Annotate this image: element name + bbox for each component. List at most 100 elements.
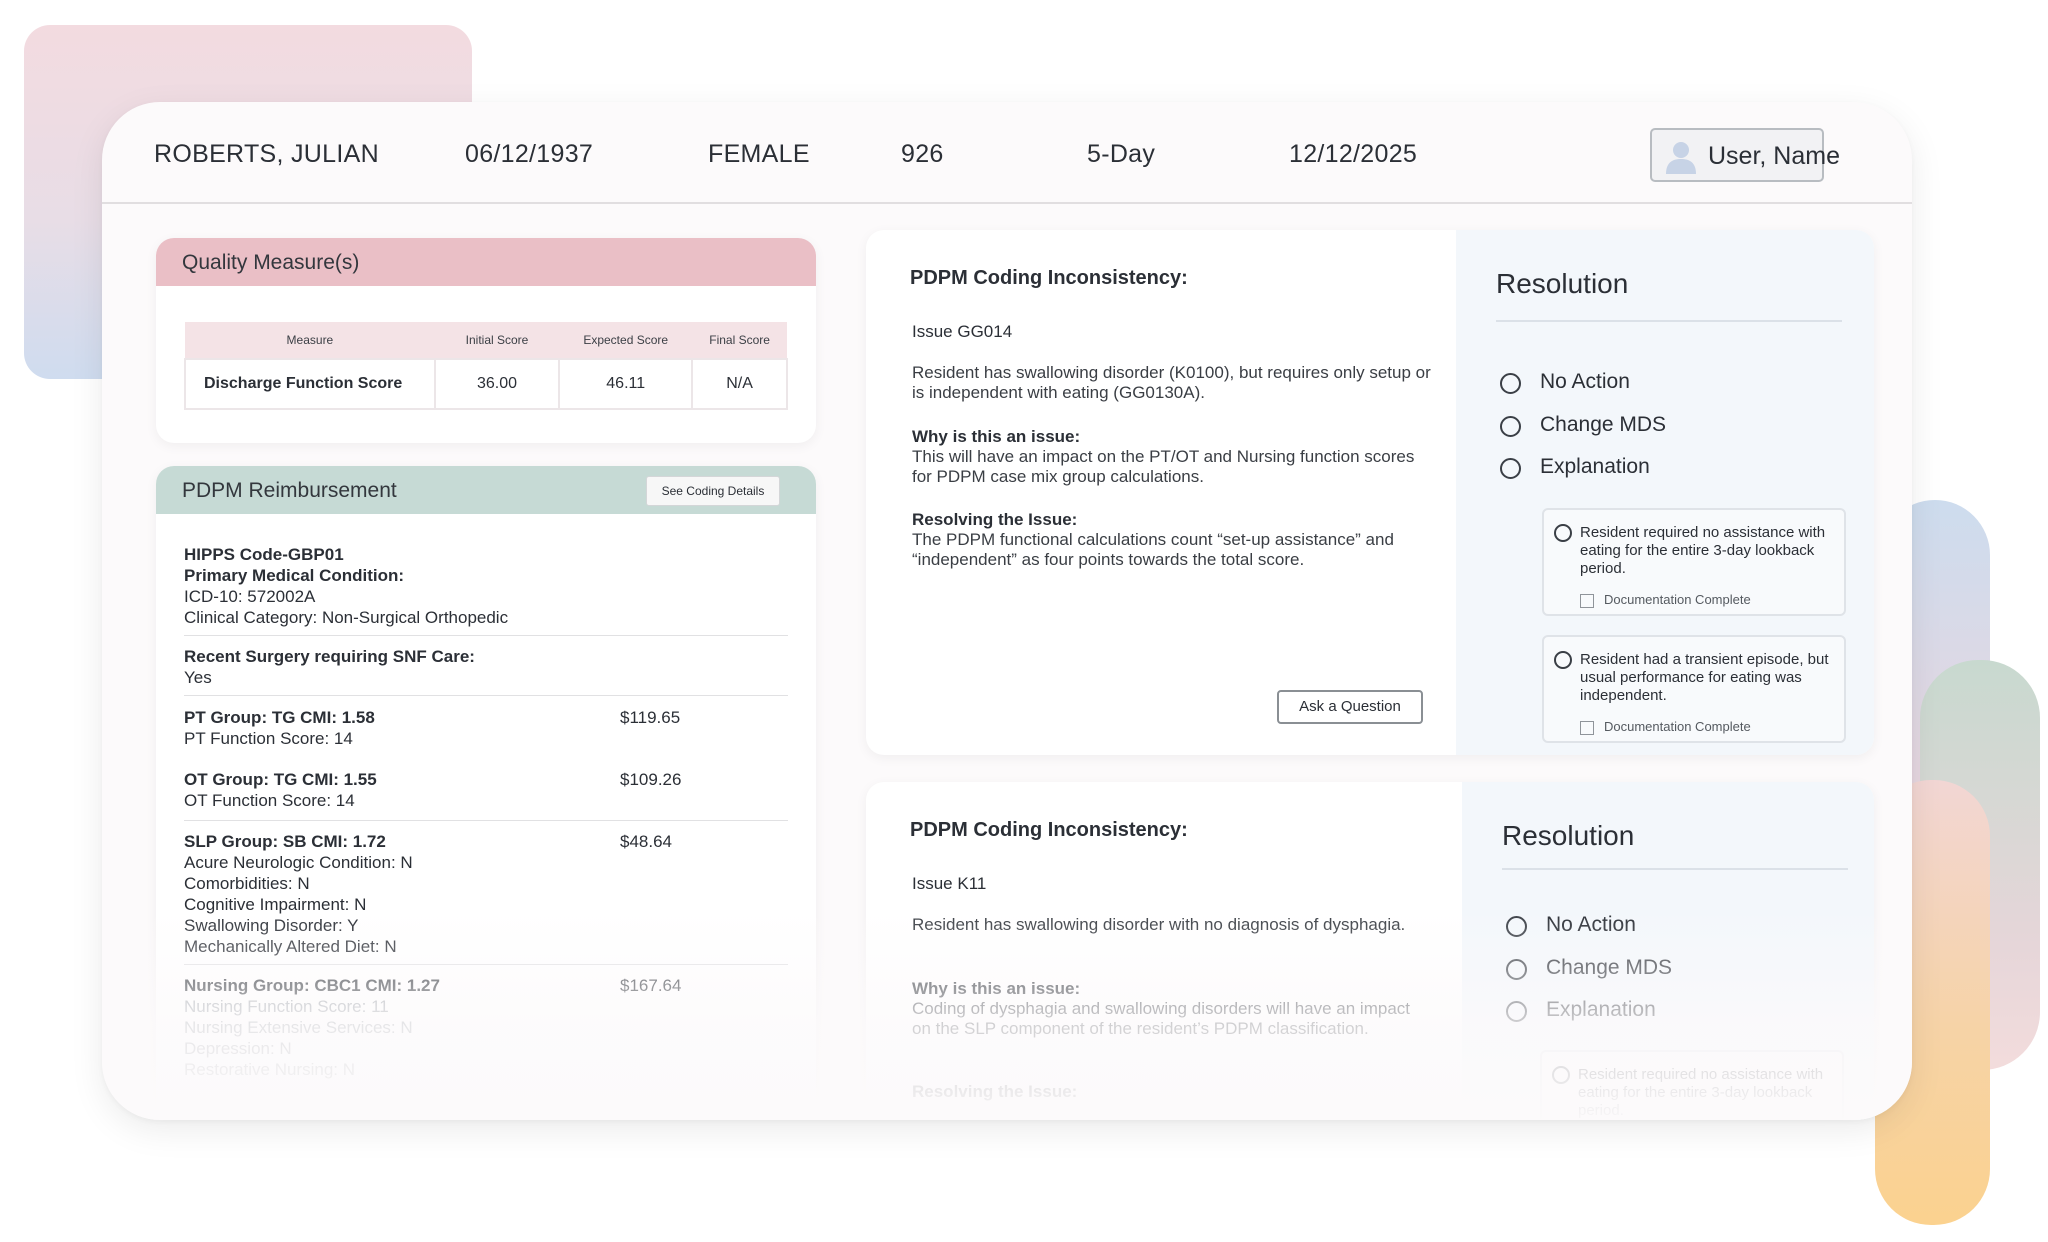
- group-price: $119.65: [620, 708, 681, 727]
- group-detail: Depression: N: [184, 1039, 292, 1058]
- issue-title: PDPM Coding Inconsistency:: [910, 819, 1188, 841]
- radio-circle-icon: [1506, 916, 1527, 937]
- resolution-divider: [1496, 320, 1842, 322]
- group-detail: Swallowing Disorder: Y: [184, 916, 359, 935]
- pdpm-reimbursement-panel: PDPM Reimbursement See Coding Details HI…: [156, 466, 816, 1120]
- issue-card: PDPM Coding Inconsistency: Issue K11 Res…: [866, 782, 1874, 1120]
- issue-description: Resident has swallowing disorder (K0100)…: [912, 363, 1431, 402]
- surgery-value: Yes: [184, 668, 212, 687]
- why-label: Why is this an issue:: [912, 427, 1081, 446]
- resolve-section: Resolving the Issue:: [912, 1082, 1432, 1102]
- documentation-checkbox[interactable]: [1580, 594, 1594, 608]
- see-coding-details-button[interactable]: See Coding Details: [646, 476, 780, 506]
- column-header-measure: Measure: [185, 322, 435, 359]
- radio-circle-icon: [1552, 1066, 1570, 1084]
- table-row: Discharge Function Score 36.00 46.11 N/A: [184, 358, 788, 410]
- radio-circle-icon: [1506, 959, 1527, 980]
- documentation-checkbox[interactable]: [1580, 721, 1594, 735]
- issue-details: PDPM Coding Inconsistency: Issue GG014 R…: [866, 230, 1460, 755]
- explanation-text: Resident had a transient episode, but us…: [1580, 651, 1829, 704]
- resolve-section: Resolving the Issue: The PDPM functional…: [912, 510, 1432, 570]
- resolve-text: The PDPM functional calculations count “…: [912, 530, 1394, 569]
- radio-label: Explanation: [1546, 998, 1656, 1021]
- group-detail: Cognitive Impairment: N: [184, 895, 367, 914]
- group-title: OT Group: TG CMI: 1.55: [184, 770, 377, 789]
- radio-label: Change MDS: [1546, 956, 1673, 979]
- group-price: $109.26: [620, 770, 682, 789]
- group-title: PT Group: TG CMI: 1.58: [184, 708, 375, 727]
- app-window: ROBERTS, JULIAN 06/12/1937 FEMALE 926 5-…: [102, 102, 1912, 1120]
- explanation-option[interactable]: Resident required no assistance with eat…: [1542, 508, 1846, 616]
- pdpm-header: PDPM Reimbursement See Coding Details: [156, 466, 816, 514]
- quality-measures-header: Quality Measure(s): [156, 238, 816, 286]
- pt-group: PT Group: TG CMI: 1.58 $119.65 PT Functi…: [184, 707, 788, 749]
- explanation-option[interactable]: Resident required no assistance with eat…: [1540, 1050, 1844, 1120]
- divider: [184, 635, 788, 636]
- user-avatar-icon: [1666, 142, 1696, 174]
- radio-circle-icon: [1500, 373, 1521, 394]
- clinical-category: Clinical Category: Non-Surgical Orthoped…: [184, 608, 509, 627]
- why-section: Why is this an issue: This will have an …: [912, 427, 1432, 487]
- issue-details: PDPM Coding Inconsistency: Issue K11 Res…: [866, 782, 1460, 1120]
- issue-description: Resident has swallowing disorder with no…: [912, 915, 1406, 934]
- issue-title: PDPM Coding Inconsistency:: [910, 267, 1188, 289]
- explanation-option[interactable]: Resident had a transient episode, but us…: [1542, 635, 1846, 743]
- why-label: Why is this an issue:: [912, 979, 1081, 998]
- resolution-title: Resolution: [1496, 268, 1629, 299]
- checkbox-label: Documentation Complete: [1604, 592, 1751, 607]
- group-detail: Acure Neurologic Condition: N: [184, 853, 413, 872]
- radio-label: No Action: [1540, 370, 1630, 393]
- radio-circle-icon: [1506, 1001, 1527, 1022]
- assessment-type: 5-Day: [1087, 140, 1156, 168]
- pdpm-title: PDPM Reimbursement: [182, 479, 397, 502]
- initial-score-cell: 36.00: [433, 358, 561, 410]
- resolution-divider: [1502, 868, 1848, 870]
- why-section: Why is this an issue: Coding of dysphagi…: [912, 979, 1432, 1039]
- group-detail: Comorbidities: N: [184, 874, 310, 893]
- group-detail: Restorative Nursing: N: [184, 1060, 356, 1079]
- resolve-label: Resolving the Issue:: [912, 1082, 1078, 1101]
- group-detail: Nursing Extensive Services: N: [184, 1018, 413, 1037]
- issue-code: Issue K11: [912, 874, 987, 893]
- quality-measures-title: Quality Measure(s): [182, 251, 360, 274]
- patient-name: ROBERTS, JULIAN: [154, 140, 379, 168]
- user-menu-button[interactable]: User, Name: [1650, 128, 1840, 182]
- group-title: SLP Group: SB CMI: 1.72: [184, 832, 386, 851]
- issue-card: PDPM Coding Inconsistency: Issue GG014 R…: [866, 230, 1874, 755]
- measure-name-cell: Discharge Function Score: [184, 358, 436, 410]
- radio-circle-icon: [1554, 524, 1572, 542]
- group-detail: OT Function Score: 14: [184, 791, 355, 810]
- hipps-code: HIPPS Code-GBP01: [184, 545, 344, 564]
- radio-label: Change MDS: [1540, 413, 1667, 436]
- resolution-panel: Resolution No Action Change MDS Explanat…: [1456, 230, 1874, 755]
- patient-header: ROBERTS, JULIAN 06/12/1937 FEMALE 926 5-…: [102, 102, 1912, 204]
- expected-score-cell: 46.11: [558, 358, 694, 410]
- radio-circle-icon: [1554, 651, 1572, 669]
- primary-condition-label: Primary Medical Condition:: [184, 566, 405, 585]
- surgery-label: Recent Surgery requiring SNF Care:: [184, 647, 475, 666]
- quality-measures-panel: Quality Measure(s) Measure Initial Score…: [156, 238, 816, 443]
- explanation-text: Resident required no assistance with eat…: [1580, 524, 1826, 577]
- group-detail: PT Function Score: 14: [184, 729, 353, 748]
- radio-label: No Action: [1546, 913, 1636, 936]
- radio-label: Explanation: [1540, 455, 1650, 478]
- ask-question-button[interactable]: Ask a Question: [1277, 690, 1423, 724]
- group-price: $48.64: [620, 832, 672, 851]
- group-title: Nursing Group: CBC1 CMI: 1.27: [184, 976, 440, 995]
- radio-circle-icon: [1500, 416, 1521, 437]
- divider: [184, 964, 788, 965]
- group-detail: Mechanically Altered Diet: N: [184, 937, 397, 956]
- resolution-title: Resolution: [1502, 820, 1635, 851]
- column-header-final-score: Final Score: [692, 322, 787, 359]
- divider: [184, 820, 788, 821]
- surgery-section: Recent Surgery requiring SNF Care: Yes: [184, 646, 788, 688]
- why-text: This will have an impact on the PT/OT an…: [912, 447, 1415, 486]
- table-header-row: Measure Initial Score Expected Score Fin…: [185, 322, 787, 359]
- final-score-cell: N/A: [691, 358, 788, 410]
- radio-circle-icon: [1500, 458, 1521, 479]
- group-price: $167.64: [620, 976, 682, 995]
- explanation-text: Resident required no assistance with eat…: [1578, 1066, 1824, 1119]
- patient-sex: FEMALE: [708, 140, 810, 168]
- patient-room: 926: [901, 140, 944, 168]
- hipps-section: HIPPS Code-GBP01 Primary Medical Conditi…: [184, 544, 788, 628]
